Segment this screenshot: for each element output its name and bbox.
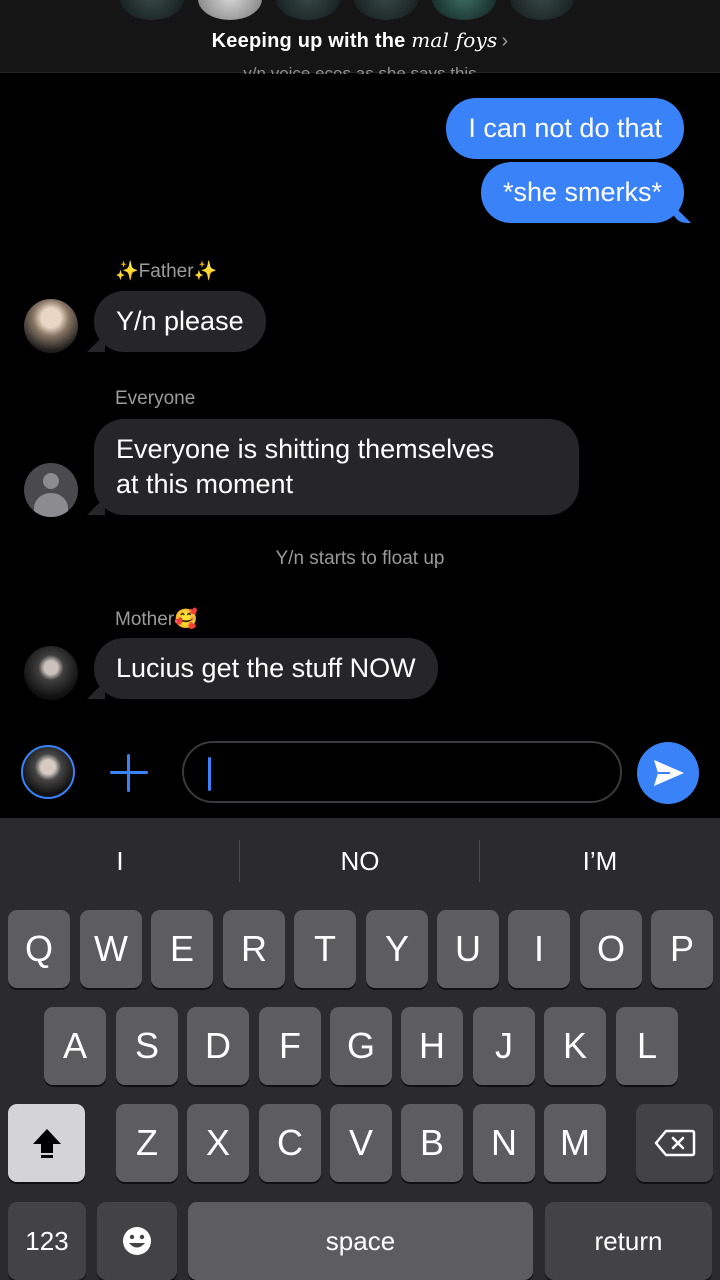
key[interactable]: H xyxy=(401,1007,463,1085)
message-text: Y/n please xyxy=(116,306,244,336)
suggestion[interactable]: NO xyxy=(240,846,480,877)
return-key[interactable]: return xyxy=(545,1202,712,1280)
delete-key[interactable] xyxy=(636,1104,713,1182)
group-avatar xyxy=(276,0,340,20)
group-avatar xyxy=(354,0,418,20)
group-avatar xyxy=(198,0,262,20)
outgoing-message[interactable]: I can not do that xyxy=(446,98,684,159)
key[interactable]: I xyxy=(508,910,570,988)
key[interactable]: T xyxy=(294,910,356,988)
key[interactable]: X xyxy=(187,1104,249,1182)
incoming-message[interactable]: Everyone is shitting themselves at this … xyxy=(94,419,579,515)
on-screen-keyboard: I NO I’M Q W E R T Y U I O P A S D F G H… xyxy=(0,818,720,1280)
send-button[interactable] xyxy=(637,742,699,804)
emoji-key[interactable] xyxy=(97,1202,177,1280)
message-input[interactable] xyxy=(182,741,622,803)
message-text: I can not do that xyxy=(468,113,662,143)
sender-name: Everyone xyxy=(115,388,196,409)
message-text-line: at this moment xyxy=(116,469,294,499)
suggestion[interactable]: I’M xyxy=(480,846,720,877)
shift-key[interactable] xyxy=(8,1104,85,1182)
numbers-key[interactable]: 123 xyxy=(8,1202,86,1280)
incoming-message[interactable]: Lucius get the stuff NOW xyxy=(94,638,438,699)
message-text: Lucius get the stuff NOW xyxy=(116,653,416,683)
chat-title[interactable]: Keeping up with the mal foys › xyxy=(0,28,720,53)
key[interactable]: N xyxy=(473,1104,535,1182)
key[interactable]: Z xyxy=(116,1104,178,1182)
key[interactable]: J xyxy=(473,1007,535,1085)
sender-name: ✨Father✨ xyxy=(115,261,218,282)
key[interactable]: L xyxy=(616,1007,678,1085)
text-caret xyxy=(208,757,211,791)
group-avatars[interactable] xyxy=(120,0,600,22)
outgoing-message[interactable]: *she smerks* xyxy=(480,162,684,223)
key[interactable]: E xyxy=(151,910,213,988)
key[interactable]: D xyxy=(187,1007,249,1085)
key[interactable]: S xyxy=(116,1007,178,1085)
narration-note: Y/n starts to float up xyxy=(275,548,445,569)
clipped-message: y/n voice ecos as she says this xyxy=(243,64,477,74)
space-key[interactable]: space xyxy=(188,1202,533,1280)
key[interactable]: A xyxy=(44,1007,106,1085)
group-avatar xyxy=(510,0,574,20)
key[interactable]: V xyxy=(330,1104,392,1182)
avatar-father[interactable] xyxy=(24,299,78,353)
group-avatar xyxy=(432,0,496,20)
key[interactable]: B xyxy=(401,1104,463,1182)
key[interactable]: R xyxy=(223,910,285,988)
emoji-icon xyxy=(123,1227,151,1255)
key[interactable]: W xyxy=(80,910,142,988)
avatar-mother[interactable] xyxy=(24,646,78,700)
key[interactable]: Y xyxy=(366,910,428,988)
avatar-placeholder-icon[interactable] xyxy=(24,463,78,517)
key[interactable]: P xyxy=(651,910,713,988)
sender-name: Mother🥰 xyxy=(115,609,198,630)
chevron-right-icon: › xyxy=(501,30,509,52)
user-avatar[interactable] xyxy=(21,745,75,799)
key[interactable]: M xyxy=(544,1104,606,1182)
key[interactable]: Q xyxy=(8,910,70,988)
chat-title-prefix: Keeping up with the xyxy=(211,30,412,52)
plus-icon[interactable] xyxy=(108,752,150,794)
shift-icon xyxy=(32,1129,61,1158)
predictive-bar: I NO I’M xyxy=(0,818,720,904)
message-text-line: Everyone is shitting themselves xyxy=(116,434,495,464)
key[interactable]: K xyxy=(544,1007,606,1085)
key[interactable]: C xyxy=(259,1104,321,1182)
key[interactable]: F xyxy=(259,1007,321,1085)
group-avatar xyxy=(120,0,184,20)
send-icon xyxy=(654,760,684,786)
delete-icon xyxy=(654,1129,695,1157)
key[interactable]: U xyxy=(437,910,499,988)
message-text: *she smerks* xyxy=(502,177,662,207)
chat-title-italic: mal foys xyxy=(411,28,498,52)
suggestion[interactable]: I xyxy=(0,846,240,877)
key[interactable]: O xyxy=(580,910,642,988)
incoming-message[interactable]: Y/n please xyxy=(94,291,266,352)
key[interactable]: G xyxy=(330,1007,392,1085)
